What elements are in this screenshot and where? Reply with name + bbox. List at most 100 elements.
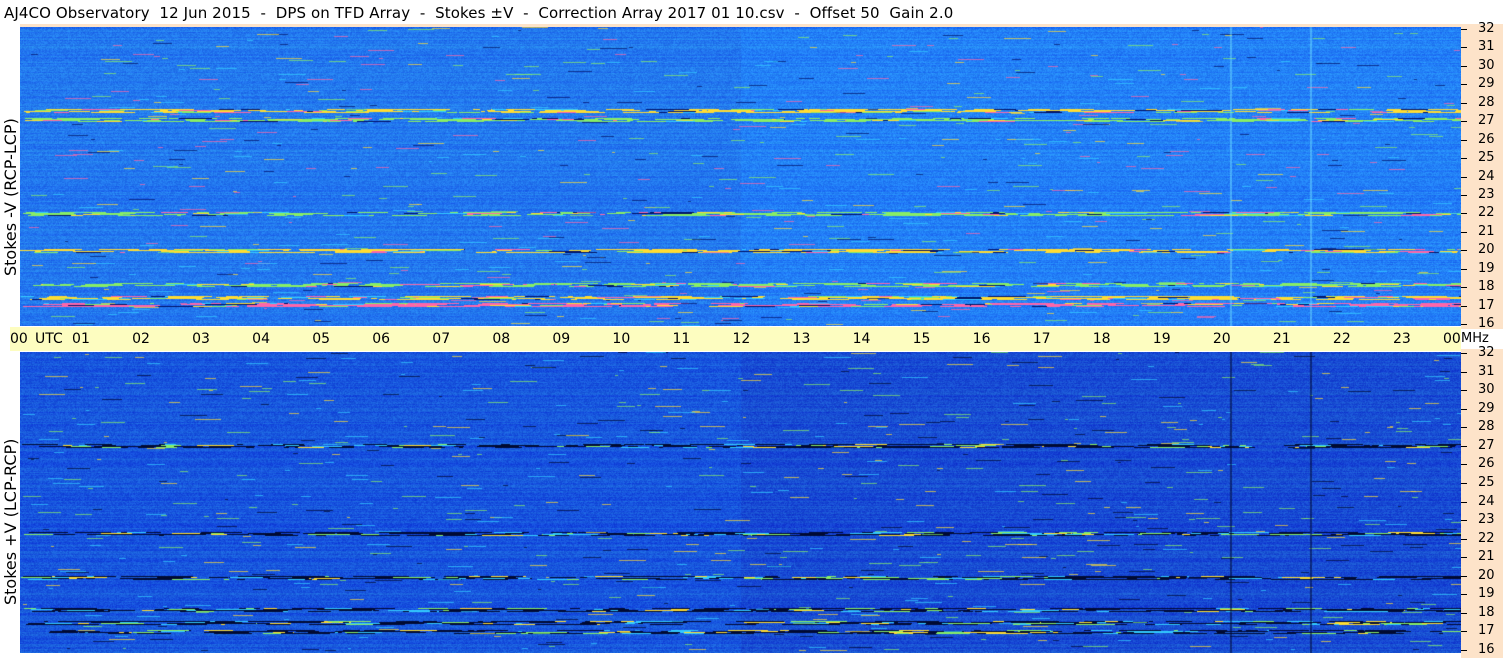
frequency-tick-label: 25 bbox=[1478, 150, 1495, 166]
chart-title: AJ4CO Observatory 12 Jun 2015 - DPS on T… bbox=[4, 4, 954, 22]
frequency-tick bbox=[1461, 158, 1467, 160]
frequency-tick-label: 28 bbox=[1478, 94, 1495, 110]
frequency-tick bbox=[1461, 631, 1467, 633]
time-tick-label: 06 bbox=[372, 331, 391, 347]
frequency-tick bbox=[1461, 427, 1467, 429]
time-tick-label: 11 bbox=[672, 331, 691, 347]
time-tick-label: 18 bbox=[1092, 331, 1111, 347]
frequency-tick bbox=[1461, 353, 1467, 354]
frequency-tick bbox=[1461, 47, 1467, 49]
frequency-tick bbox=[1461, 213, 1467, 215]
frequency-tick-label: 31 bbox=[1478, 363, 1495, 379]
frequency-tick bbox=[1461, 594, 1467, 596]
time-tick-label: 21 bbox=[1272, 331, 1291, 347]
frequency-tick bbox=[1461, 176, 1467, 178]
spectrogram-stokes-minus-v bbox=[20, 27, 1461, 326]
frequency-tick-label: 26 bbox=[1478, 131, 1495, 147]
frequency-tick bbox=[1461, 268, 1467, 270]
time-tick-label: 07 bbox=[432, 331, 451, 347]
frequency-tick-label: 17 bbox=[1478, 623, 1495, 639]
frequency-tick bbox=[1461, 464, 1467, 466]
frequency-tick bbox=[1461, 250, 1467, 252]
frequency-tick-label: 31 bbox=[1478, 39, 1495, 55]
time-tick-label: 15 bbox=[912, 331, 931, 347]
frequency-tick-label: 22 bbox=[1478, 205, 1495, 221]
frequency-tick-label: 19 bbox=[1478, 260, 1495, 276]
frequency-tick-label: 16 bbox=[1478, 642, 1495, 657]
frequency-tick bbox=[1461, 520, 1467, 522]
frequency-tick-label: 29 bbox=[1478, 400, 1495, 416]
time-tick-label: 20 bbox=[1212, 331, 1231, 347]
frequency-tick-label: 16 bbox=[1478, 316, 1495, 331]
time-axis: 00 01 02 03 04 05 06 07 08 09 10 11 12 13 14 15 16 17 18 19… bbox=[10, 327, 1489, 351]
time-tick-label: 03 bbox=[192, 331, 210, 347]
frequency-tick-label: 25 bbox=[1478, 474, 1495, 490]
time-tick-label: 00 bbox=[1443, 331, 1461, 347]
time-tick-label: 10 bbox=[612, 331, 631, 347]
frequency-tick bbox=[1461, 194, 1467, 196]
time-tick-label: 16 bbox=[972, 331, 991, 347]
frequency-tick bbox=[1461, 121, 1467, 123]
time-tick-label: 04 bbox=[252, 331, 270, 347]
frequency-tick-label: 21 bbox=[1478, 549, 1495, 565]
frequency-tick bbox=[1461, 408, 1467, 410]
frequency-tick-label: 23 bbox=[1478, 512, 1495, 528]
frequency-tick-label: 24 bbox=[1478, 493, 1495, 509]
frequency-tick-label: 29 bbox=[1478, 76, 1495, 92]
time-tick-label: 14 bbox=[852, 331, 871, 347]
frequency-tick bbox=[1461, 29, 1467, 30]
frequency-tick-label: 20 bbox=[1478, 567, 1495, 583]
frequency-tick bbox=[1461, 371, 1467, 373]
time-tick-label: 22 bbox=[1332, 331, 1351, 347]
frequency-tick bbox=[1461, 557, 1467, 559]
frequency-tick-label: 30 bbox=[1478, 382, 1495, 398]
time-tick-label: 13 bbox=[792, 331, 811, 347]
frequency-tick-label: 17 bbox=[1478, 297, 1495, 313]
time-tick-label: 09 bbox=[552, 331, 571, 347]
frequency-tick bbox=[1461, 305, 1467, 307]
frequency-tick-label: 28 bbox=[1478, 419, 1495, 435]
frequency-tick bbox=[1461, 501, 1467, 503]
frequency-tick-label: 26 bbox=[1478, 456, 1495, 472]
frequency-tick-label: 23 bbox=[1478, 186, 1495, 202]
panel-label-stokes-plus-v: Stokes +V (LCP-RCP) bbox=[1, 438, 20, 605]
spectrogram-stokes-plus-v bbox=[20, 352, 1461, 653]
frequency-tick bbox=[1461, 445, 1467, 447]
frequency-tick bbox=[1461, 612, 1467, 614]
frequency-tick bbox=[1461, 390, 1467, 392]
frequency-axis-bottom: 16 17 18 19 20 21 22 23 24 25 26 27 28 29 30 31 32 bbox=[1461, 345, 1503, 658]
frequency-tick bbox=[1461, 650, 1467, 651]
time-tick-label: 12 bbox=[732, 331, 751, 347]
frequency-tick-label: 20 bbox=[1478, 242, 1495, 258]
time-unit-label: UTC bbox=[35, 331, 63, 347]
frequency-tick-label: 27 bbox=[1478, 437, 1495, 453]
time-tick-label: 17 bbox=[1032, 331, 1051, 347]
frequency-tick bbox=[1461, 231, 1467, 233]
frequency-tick bbox=[1461, 139, 1467, 141]
frequency-tick bbox=[1461, 538, 1467, 540]
time-tick-label: 23 bbox=[1392, 331, 1411, 347]
time-tick-label: 02 bbox=[132, 331, 150, 347]
frequency-tick-label: 32 bbox=[1478, 21, 1495, 36]
frequency-tick-label: 19 bbox=[1478, 586, 1495, 602]
frequency-tick bbox=[1461, 84, 1467, 86]
panel-label-stokes-minus-v: Stokes -V (RCP-LCP) bbox=[1, 118, 20, 276]
frequency-tick-label: 24 bbox=[1478, 168, 1495, 184]
frequency-tick bbox=[1461, 482, 1467, 484]
frequency-tick-label: 21 bbox=[1478, 223, 1495, 239]
frequency-tick-label: 18 bbox=[1478, 279, 1495, 295]
frequency-tick bbox=[1461, 65, 1467, 67]
time-tick-label: 19 bbox=[1152, 331, 1171, 347]
frequency-tick bbox=[1461, 324, 1467, 325]
frequency-axis-top: 16 17 18 19 20 21 22 23 24 25 26 27 28 29 30 31 32 bbox=[1461, 21, 1503, 331]
time-tick-label: 01 bbox=[72, 331, 90, 347]
frequency-tick bbox=[1461, 287, 1467, 289]
frequency-tick-label: 32 bbox=[1478, 345, 1495, 360]
frequency-tick bbox=[1461, 102, 1467, 104]
frequency-tick-label: 18 bbox=[1478, 604, 1495, 620]
time-tick-label: 00 bbox=[10, 331, 28, 347]
time-tick-label: 08 bbox=[492, 331, 511, 347]
frequency-tick-label: 27 bbox=[1478, 113, 1495, 129]
frequency-tick bbox=[1461, 575, 1467, 577]
frequency-tick-label: 30 bbox=[1478, 57, 1495, 73]
